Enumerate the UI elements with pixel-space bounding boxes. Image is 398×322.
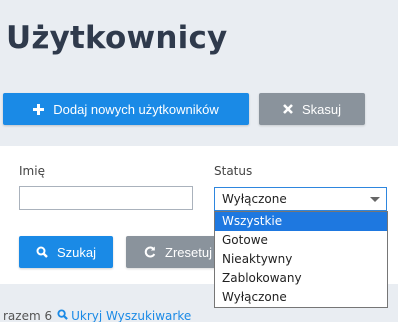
page-title: Użytkownicy xyxy=(6,20,228,56)
status-option-ready[interactable]: Gotowe xyxy=(215,231,387,250)
search-button[interactable]: Szukaj xyxy=(19,236,113,268)
delete-label: Skasuj xyxy=(301,101,342,117)
search-icon xyxy=(57,309,68,322)
hide-search-label: Ukryj Wyszukiwarke xyxy=(71,309,192,322)
plus-icon xyxy=(33,103,45,115)
search-icon xyxy=(36,246,48,258)
reset-label: Zresetuj xyxy=(165,244,212,260)
search-label: Szukaj xyxy=(56,244,97,260)
users-page: Użytkownicy Dodaj nowych użytkowników Sk… xyxy=(0,0,398,322)
status-option-inactive[interactable]: Nieaktywny xyxy=(215,250,387,269)
status-option-all[interactable]: Wszystkie xyxy=(215,212,387,231)
name-label: Imię xyxy=(19,164,45,178)
close-icon xyxy=(283,104,293,114)
add-users-label: Dodaj nowych użytkowników xyxy=(53,101,219,117)
name-input[interactable] xyxy=(19,186,193,210)
status-select[interactable]: Wyłączone xyxy=(214,187,387,211)
status-dropdown-list: Wszystkie Gotowe Nieaktywny Zablokowany … xyxy=(214,211,388,308)
status-label: Status xyxy=(214,164,253,178)
status-option-blocked[interactable]: Zablokowany xyxy=(215,269,387,288)
status-option-disabled[interactable]: Wyłączone xyxy=(215,288,387,307)
hide-search-link[interactable]: Ukryj Wyszukiwarke xyxy=(57,309,191,322)
refresh-icon xyxy=(144,246,156,258)
chevron-down-icon xyxy=(370,197,380,202)
total-count: razem 6 xyxy=(3,309,53,322)
results-footer: razem 6 Ukryj Wyszukiwarke xyxy=(3,309,191,322)
add-users-button[interactable]: Dodaj nowych użytkowników xyxy=(3,93,249,125)
status-selected-value: Wyłączone xyxy=(222,192,287,206)
reset-button[interactable]: Zresetuj xyxy=(126,236,226,268)
delete-button[interactable]: Skasuj xyxy=(259,93,365,125)
